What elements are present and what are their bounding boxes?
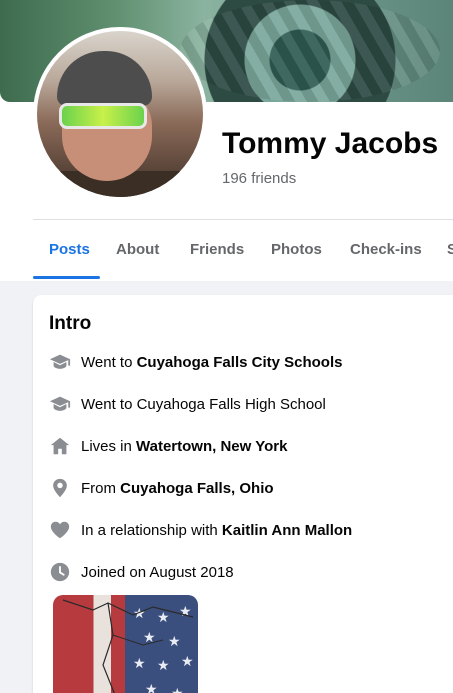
intro-card: Intro Went to Cuyahoga Falls City School… [33,295,453,693]
avatar [37,31,203,197]
intro-text: In a relationship with [81,522,222,539]
divider [33,219,453,220]
tab-friends[interactable]: Friends [190,241,244,258]
intro-text: Lives in [81,438,137,455]
intro-item-hometown: From Cuyahoga Falls, Ohio [49,477,449,501]
intro-text: Joined on August 2018 [81,564,234,581]
tab-photos[interactable]: Photos [271,241,322,258]
heart-icon [50,521,70,539]
intro-item-joined: Joined on August 2018 [49,561,449,585]
profile-tabs: Posts About Friends Photos Check-ins S [33,222,453,280]
friends-count-link[interactable]: 196 friends [222,170,296,187]
graduation-cap-icon [49,396,71,411]
intro-link-school[interactable]: Cuyahoga Falls City Schools [137,354,343,371]
profile-picture[interactable] [33,27,207,201]
intro-link-city[interactable]: Watertown, New York [136,438,287,455]
tab-posts[interactable]: Posts [49,241,90,258]
profile-name: Tommy Jacobs [222,127,439,160]
intro-text: From [81,480,121,497]
intro-link-partner[interactable]: Kaitlin Ann Mallon [222,522,352,539]
intro-item-education-1: Went to Cuyahoga Falls City Schools [49,351,449,375]
tab-check-ins[interactable]: Check-ins [350,241,422,258]
intro-item-relationship: In a relationship with Kaitlin Ann Mallo… [49,519,449,543]
location-pin-icon [53,478,67,498]
house-icon [50,437,70,455]
intro-item-education-2: Went to Cuyahoga Falls High School [49,393,449,417]
intro-item-current-city: Lives in Watertown, New York [49,435,449,459]
intro-title: Intro [49,313,92,334]
featured-photo[interactable]: ★ ★ ★ ★ ★ ★ ★ ★ ★ ★ ★ ★ [53,595,198,693]
intro-link-hometown[interactable]: Cuyahoga Falls, Ohio [120,480,273,497]
active-tab-indicator [33,276,100,279]
intro-text: Went to [81,354,137,371]
profile-header: Tommy Jacobs 196 friends Posts About Fri… [0,0,453,281]
graduation-cap-icon [49,354,71,369]
tab-more[interactable]: S [447,241,453,258]
intro-text: Went to Cuyahoga Falls High School [81,396,326,413]
clock-icon [50,562,70,582]
tab-about[interactable]: About [116,241,159,258]
